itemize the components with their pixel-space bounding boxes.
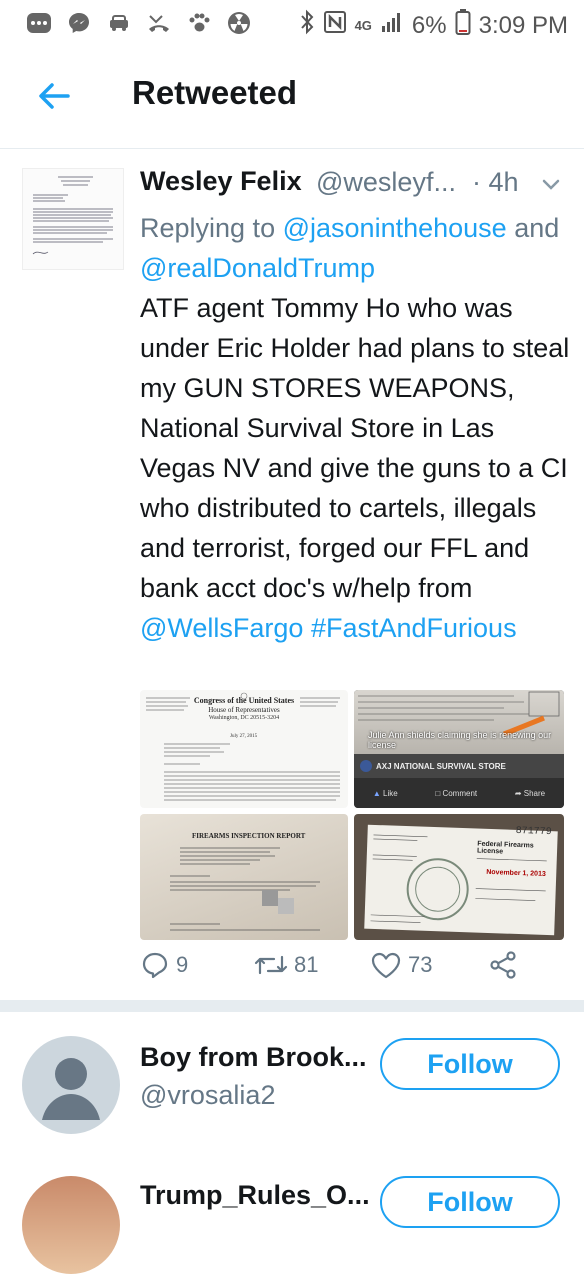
fb-like-label: Like xyxy=(383,788,398,798)
status-bar: 4G 6% 3:09 PM xyxy=(0,0,584,44)
fb-page-row: AXJ NATIONAL SURVIVAL STORE xyxy=(354,754,564,778)
app-header: Retweeted xyxy=(0,44,584,149)
back-arrow-icon xyxy=(39,83,70,109)
media-inspection-report[interactable]: FIREARMS INSPECTION REPORT xyxy=(140,814,348,940)
bluetooth-icon xyxy=(299,9,315,42)
user-suggestion[interactable]: Boy from Brook... @vrosalia2 Follow xyxy=(0,1012,584,1152)
reply-mention-2[interactable]: @realDonaldTrump xyxy=(140,253,375,283)
reply-mention-1[interactable]: @jasoninthehouse xyxy=(283,213,507,243)
fb-like: ▲ Like xyxy=(373,789,398,798)
no-signal-car-icon xyxy=(106,10,132,36)
media-congress-letter[interactable]: Congress of the United States House of R… xyxy=(140,690,348,808)
share-icon xyxy=(490,951,516,979)
chevron-down-icon xyxy=(542,179,560,190)
like-button[interactable]: 73 xyxy=(370,950,432,980)
tweet-mention[interactable]: @WellsFargo xyxy=(140,613,303,643)
document-thumbnail-icon xyxy=(23,169,123,269)
notification-icons xyxy=(26,10,252,36)
tweet-menu-button[interactable] xyxy=(540,174,562,196)
tweet[interactable]: Wesley Felix @wesleyf... · 4h Replying t… xyxy=(0,150,584,1000)
letter-text-lines xyxy=(146,692,340,801)
share-arrow-icon: ➦ xyxy=(514,788,522,798)
fb-share-label: Share xyxy=(523,788,546,798)
network-type-label: 4G xyxy=(354,18,372,33)
separator-dot: · xyxy=(472,167,481,197)
messenger-icon xyxy=(66,10,92,36)
avatar[interactable] xyxy=(22,1036,120,1134)
pets-icon xyxy=(186,10,212,36)
reply-button[interactable]: 9 xyxy=(140,950,188,980)
system-status: 4G 6% 3:09 PM xyxy=(299,8,568,43)
retweet-icon xyxy=(254,955,288,975)
default-avatar-icon xyxy=(42,1058,100,1120)
follow-button-2[interactable]: Follow xyxy=(380,1176,560,1228)
tweet-actions: 9 81 73 xyxy=(140,950,570,990)
fb-comment-label: Comment xyxy=(442,788,478,798)
avatar-2[interactable] xyxy=(22,1176,120,1274)
user-name-2[interactable]: Trump_Rules_O... xyxy=(140,1180,370,1211)
reply-and: and xyxy=(514,213,560,243)
retweet-button[interactable]: 81 xyxy=(254,950,318,980)
user-suggestion-2[interactable]: Trump_Rules_O... Follow xyxy=(0,1172,584,1274)
media-firearms-license[interactable]: Federal Firearms License 871779 November… xyxy=(354,814,564,940)
tweet-text: ATF agent Tommy Ho who was under Eric Ho… xyxy=(140,288,572,648)
section-divider xyxy=(0,1000,584,1012)
fb-page-avatar-icon xyxy=(360,760,372,772)
missed-call-icon xyxy=(146,10,172,36)
fb-page-name: AXJ NATIONAL SURVIVAL STORE xyxy=(376,761,506,771)
author-avatar[interactable] xyxy=(22,168,124,270)
thumbs-up-icon: ▲ xyxy=(372,788,381,798)
fb-photo: Julie Ann shields claiming she is renewi… xyxy=(354,690,564,754)
heart-icon xyxy=(371,952,401,979)
fb-share: ➦ Share xyxy=(515,789,545,798)
signal-strength-icon xyxy=(380,10,404,41)
nfc-icon xyxy=(323,10,347,41)
fb-action-bar: ▲ Like □ Comment ➦ Share xyxy=(354,778,564,808)
reply-icon xyxy=(142,952,168,979)
back-button[interactable] xyxy=(34,76,74,116)
comment-icon: □ xyxy=(435,788,441,798)
license-paper: Federal Firearms License 871779 November… xyxy=(364,824,558,936)
fb-caption: Julie Ann shields claiming she is renewi… xyxy=(368,730,552,750)
tweet-hashtag[interactable]: #FastAndFurious xyxy=(311,613,517,643)
license-seal-and-lines xyxy=(370,834,547,923)
reply-count: 9 xyxy=(176,952,189,977)
fb-comment: □ Comment xyxy=(435,789,477,798)
battery-icon xyxy=(455,8,471,43)
radiation-icon xyxy=(226,10,252,36)
tweet-body: ATF agent Tommy Ho who was under Eric Ho… xyxy=(140,293,570,603)
media-grid[interactable]: Congress of the United States House of R… xyxy=(140,690,564,940)
media-facebook-post[interactable]: Julie Ann shields claiming she is renewi… xyxy=(354,690,564,808)
battery-percent: 6% xyxy=(411,11,447,39)
share-button[interactable] xyxy=(488,950,518,980)
follow-button[interactable]: Follow xyxy=(380,1038,560,1090)
tweet-time: · 4h xyxy=(472,167,519,198)
retweet-count: 81 xyxy=(294,952,319,977)
more-apps-icon xyxy=(26,10,52,36)
page-title: Retweeted xyxy=(132,74,298,111)
clock: 3:09 PM xyxy=(478,11,568,39)
replying-prefix: Replying to xyxy=(140,213,276,243)
author-name[interactable]: Wesley Felix xyxy=(140,166,302,197)
user-name[interactable]: Boy from Brook... xyxy=(140,1042,367,1073)
report-text-lines xyxy=(170,847,320,931)
time-value: 4h xyxy=(488,167,519,197)
like-count: 73 xyxy=(408,952,433,977)
replying-to: Replying to @jasoninthehouse and @realDo… xyxy=(140,208,570,288)
author-handle[interactable]: @wesleyf... xyxy=(316,167,456,198)
user-handle[interactable]: @vrosalia2 xyxy=(140,1080,275,1111)
